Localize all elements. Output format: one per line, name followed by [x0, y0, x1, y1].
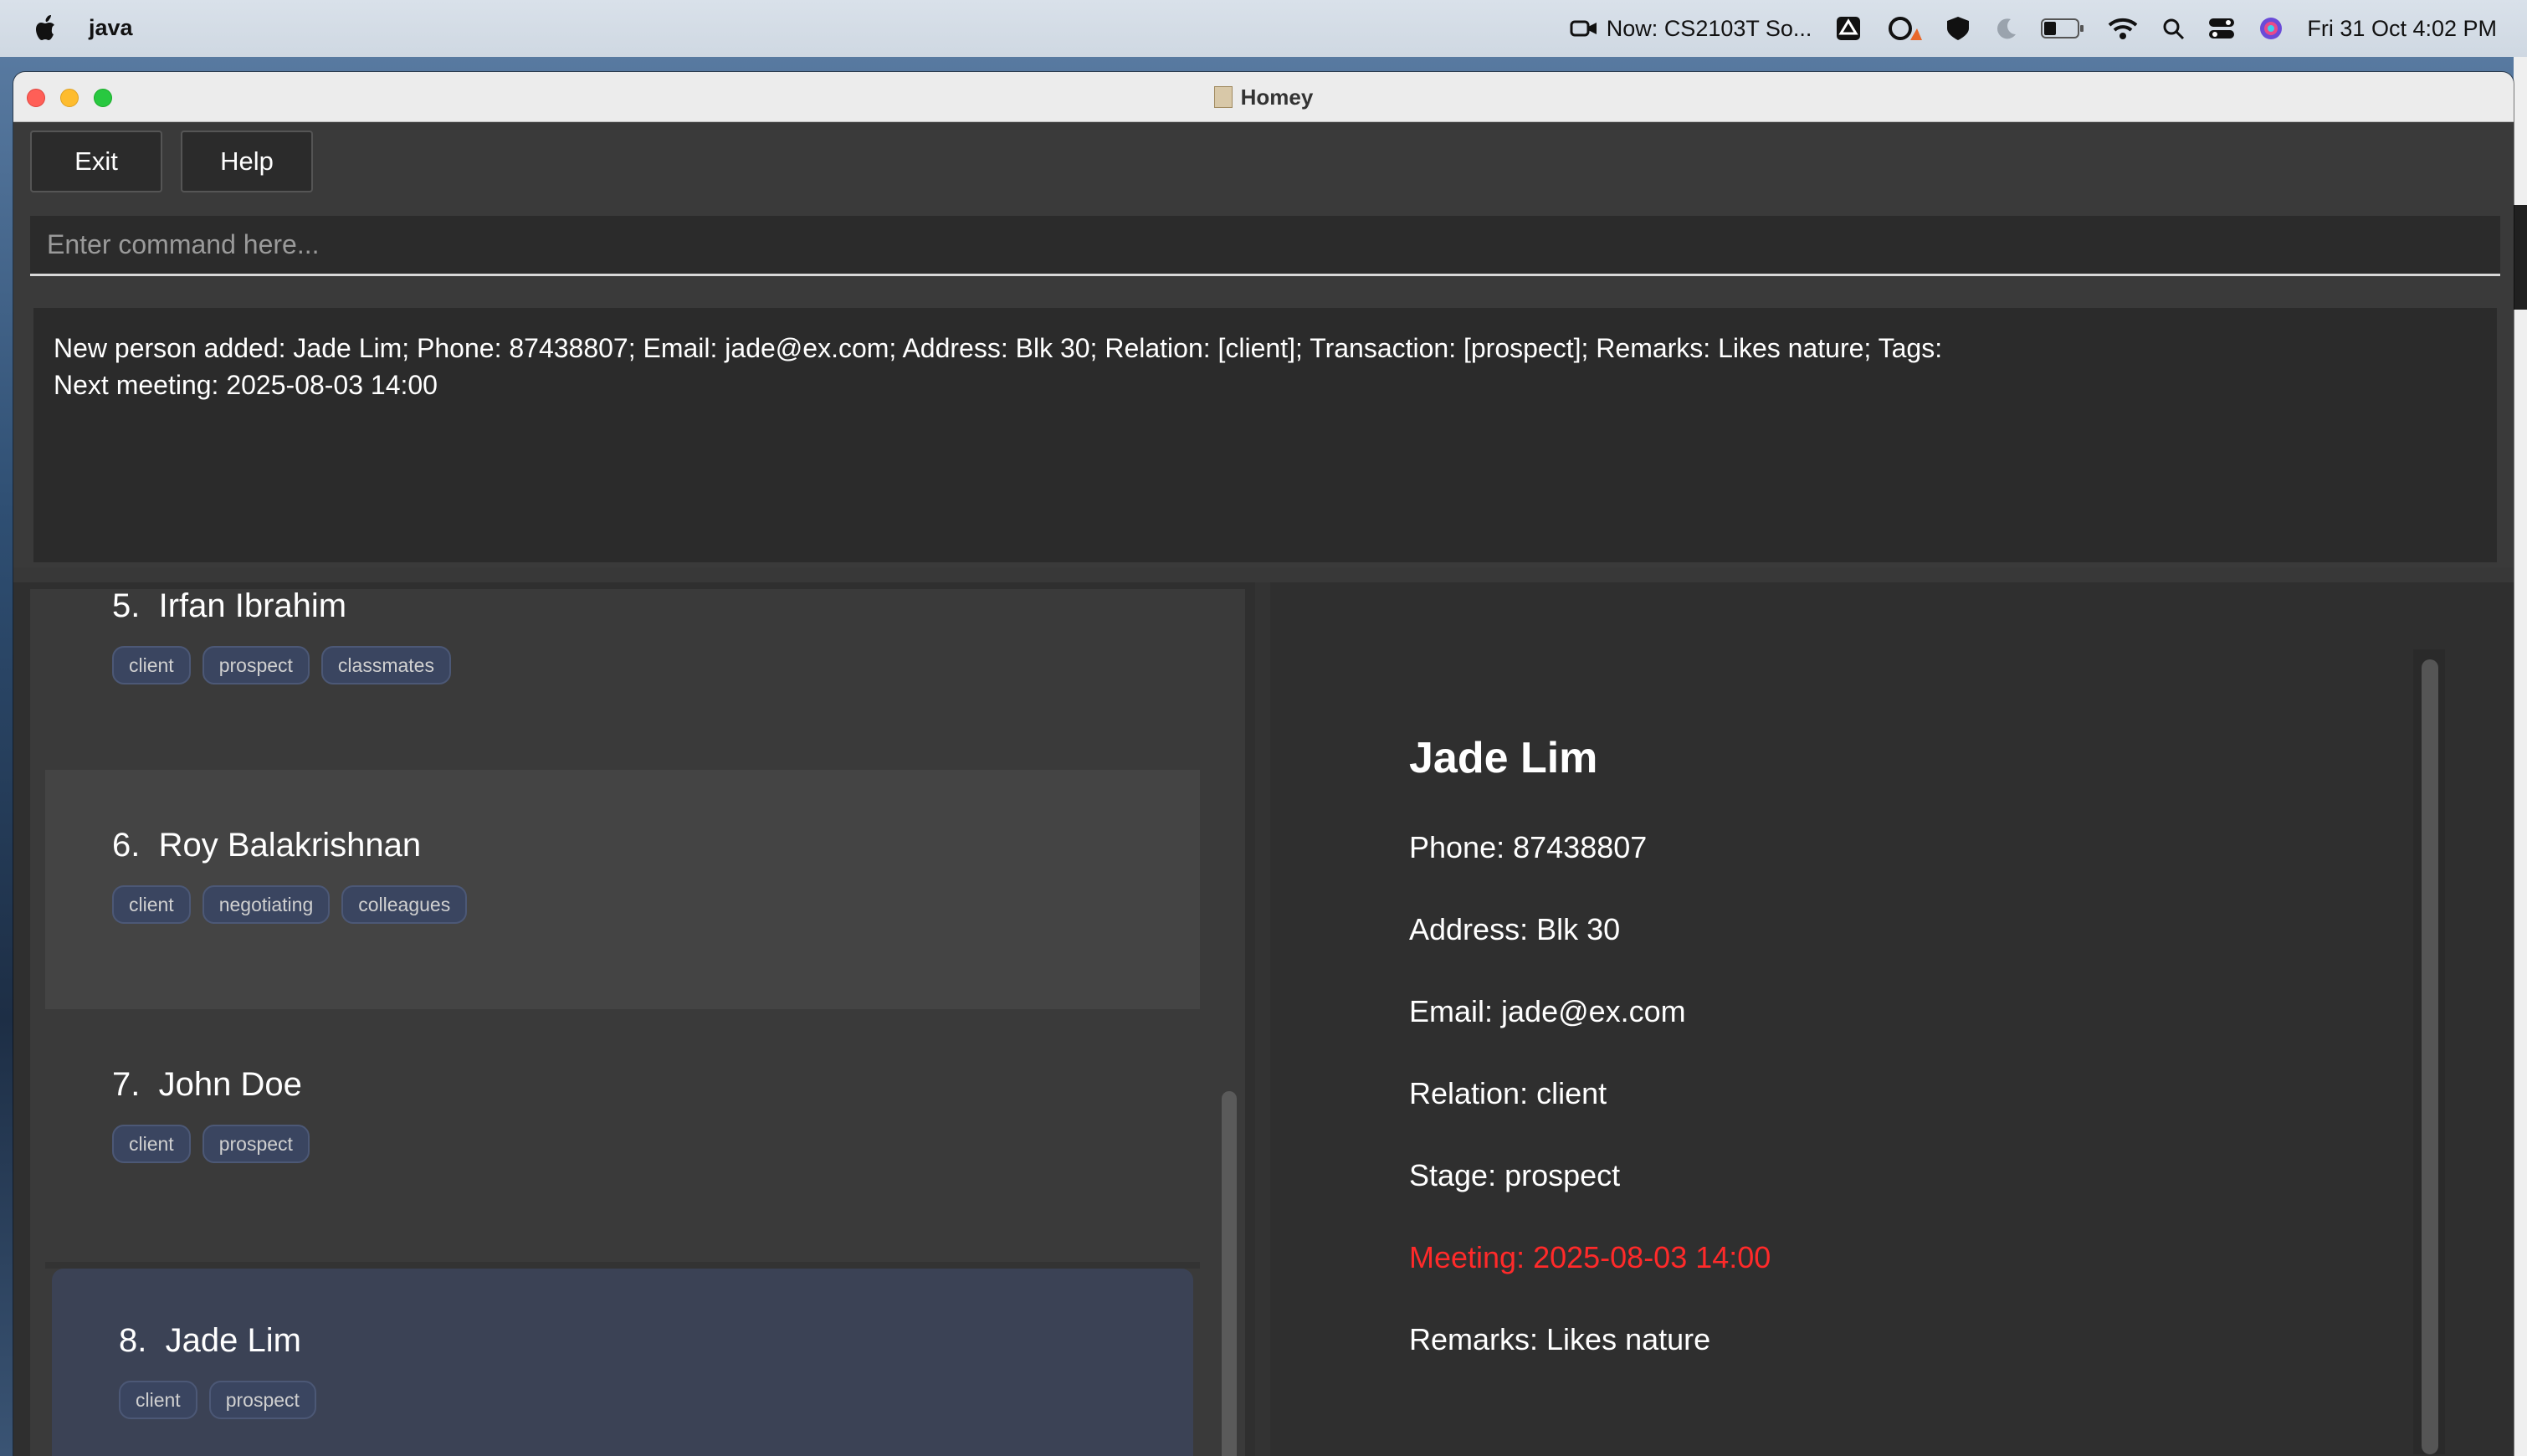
tag: negotiating — [202, 885, 331, 924]
person-name-text: Jade Lim — [165, 1322, 301, 1359]
person-card-8-selected[interactable]: 8. Jade Lim client prospect — [52, 1269, 1193, 1456]
tag: prospect — [202, 1125, 310, 1163]
window-title: Homey — [13, 85, 2514, 110]
person-card-6[interactable]: 6. Roy Balakrishnan client negotiating c… — [45, 770, 1200, 1009]
siri-icon[interactable] — [2258, 16, 2284, 41]
search-icon[interactable] — [2161, 17, 2185, 40]
cloud-sync-warning-icon[interactable] — [1885, 15, 1923, 42]
person-name-text: Roy Balakrishnan — [158, 827, 422, 864]
background-window-edge-dark — [2514, 205, 2527, 310]
person-card-5[interactable]: 5. Irfan Ibrahim client prospect classma… — [45, 587, 1200, 770]
tag-list: client negotiating colleagues — [112, 885, 468, 924]
menu-clock[interactable]: Fri 31 Oct 4:02 PM — [2307, 16, 2497, 42]
homey-window: Homey Exit Help New person added: Jade L… — [13, 72, 2514, 1456]
control-center-icon[interactable] — [2208, 17, 2235, 40]
detail-phone: Phone: 87438807 — [1409, 830, 1648, 864]
person-index: 7. — [112, 1066, 141, 1103]
result-display: New person added: Jade Lim; Phone: 87438… — [33, 308, 2497, 562]
detail-meeting: Meeting: 2025-08-03 14:00 — [1409, 1240, 1771, 1274]
person-list[interactable]: 5. Irfan Ibrahim client prospect classma… — [30, 587, 1245, 1456]
result-line-1: New person added: Jade Lim; Phone: 87438… — [54, 333, 1943, 363]
now-playing-text: Now: CS2103T So... — [1606, 15, 1812, 41]
person-card-7[interactable]: 7. John Doe client prospect — [45, 1009, 1200, 1248]
person-name: 7. John Doe — [112, 1066, 302, 1104]
detail-email: Email: jade@ex.com — [1409, 994, 1686, 1028]
tag: client — [112, 646, 191, 684]
command-box — [30, 216, 2500, 276]
tag: client — [112, 1125, 191, 1163]
window-title-text: Homey — [1240, 85, 1314, 110]
person-name: 8. Jade Lim — [119, 1322, 301, 1360]
tag: client — [112, 885, 191, 924]
document-icon — [1213, 86, 1233, 108]
tag: client — [119, 1381, 197, 1419]
menu-app-name[interactable]: java — [89, 15, 133, 41]
tag: classmates — [320, 646, 451, 684]
result-line-2: Next meeting: 2025-08-03 14:00 — [54, 370, 438, 400]
person-name: 5. Irfan Ibrahim — [112, 587, 346, 625]
detail-scrollbar-thumb[interactable] — [2422, 659, 2438, 1454]
person-detail-panel: Jade Lim Phone: 87438807 Address: Blk 30… — [1272, 582, 2514, 1456]
list-scrollbar-thumb[interactable] — [1222, 1091, 1237, 1456]
detail-address: Address: Blk 30 — [1409, 912, 1621, 946]
person-index: 8. — [119, 1322, 147, 1359]
menu-toolbar: Exit Help — [13, 122, 2514, 203]
horizontal-divider[interactable] — [13, 567, 2514, 582]
person-name-text: John Doe — [158, 1066, 302, 1103]
macos-menu-bar: java Now: CS2103T So... Fri 31 Oct 4:02 … — [0, 0, 2527, 57]
vpn-shield-icon[interactable] — [1945, 15, 1971, 42]
person-name-text: Irfan Ibrahim — [158, 587, 347, 624]
detail-name: Jade Lim — [1409, 734, 1598, 782]
tag-list: client prospect — [112, 1125, 310, 1163]
split-pane-divider[interactable] — [1255, 582, 1270, 1456]
card-separator — [45, 1262, 1200, 1269]
wifi-icon[interactable] — [2108, 17, 2138, 40]
tag: prospect — [208, 1381, 316, 1419]
drive-icon[interactable] — [1835, 15, 1862, 42]
tag: colleagues — [341, 885, 468, 924]
command-input[interactable] — [30, 216, 2500, 274]
apple-logo-icon[interactable] — [32, 12, 60, 45]
video-camera-icon — [1570, 20, 1597, 37]
tag-list: client prospect — [119, 1381, 316, 1419]
tag-list: client prospect classmates — [112, 646, 451, 684]
detail-remarks: Remarks: Likes nature — [1409, 1322, 1711, 1356]
battery-icon[interactable] — [2041, 18, 2084, 39]
detail-stage: Stage: prospect — [1409, 1158, 1621, 1192]
person-index: 6. — [112, 827, 141, 864]
help-button[interactable]: Help — [181, 131, 313, 192]
person-index: 5. — [112, 587, 141, 624]
detail-relation: Relation: client — [1409, 1076, 1607, 1110]
moon-icon[interactable] — [1994, 16, 2017, 41]
tag: prospect — [202, 646, 310, 684]
window-titlebar[interactable]: Homey — [13, 72, 2514, 122]
now-playing-item[interactable]: Now: CS2103T So... — [1570, 16, 1812, 42]
person-name: 6. Roy Balakrishnan — [112, 827, 421, 864]
exit-button[interactable]: Exit — [30, 131, 162, 192]
